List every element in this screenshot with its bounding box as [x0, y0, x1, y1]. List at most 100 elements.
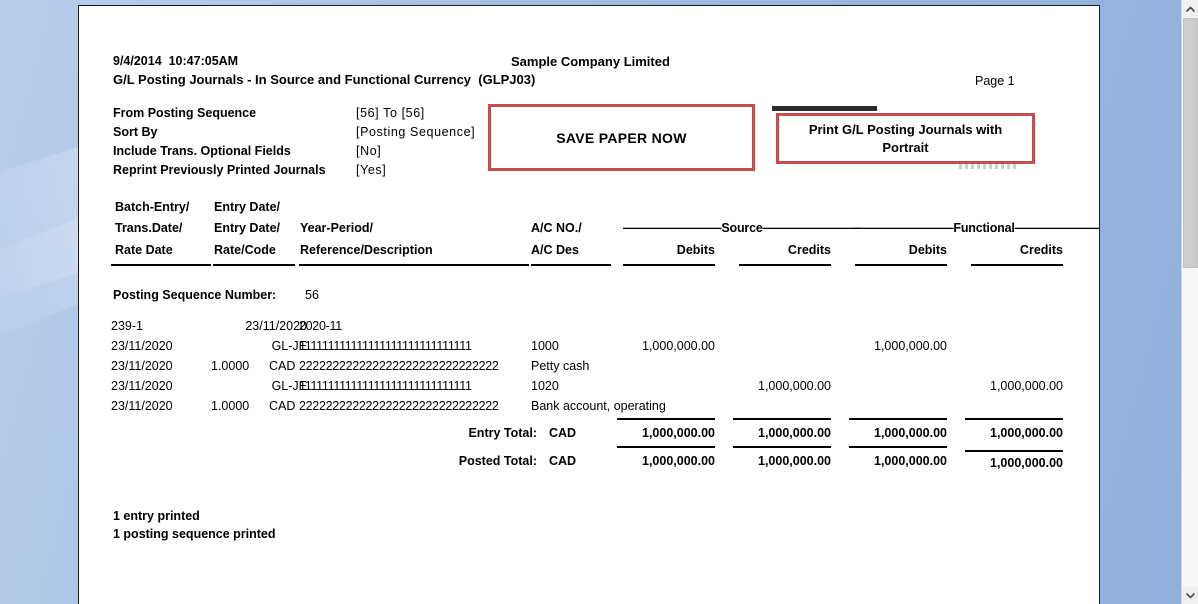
cell-trans-date: 23/11/2020	[111, 339, 173, 353]
col-header-batch-entry: Batch-Entry/	[115, 200, 190, 214]
total-rule-functional-credits-top	[965, 418, 1063, 420]
total-rule-functional-debits-top	[849, 418, 947, 420]
page-number: Page 1	[975, 74, 1015, 88]
table-row: 23/11/2020 1.0000 CAD 222222222222222222…	[79, 359, 1099, 378]
total-rule-source-credits-top	[733, 418, 831, 420]
cell-rate: 1.0000	[211, 359, 250, 373]
total-rule-source-credits-bottom	[733, 446, 831, 448]
criteria-row: Reprint Previously Printed Journals [Yes…	[113, 163, 513, 182]
table-row: 23/11/2020 1.0000 CAD 222222222222222222…	[79, 399, 1099, 418]
criteria-row: Sort By [Posting Sequence]	[113, 125, 513, 144]
group-header-functional: ————————Functional————————	[855, 221, 1100, 235]
chevron-down-icon	[1186, 592, 1195, 598]
cell-entry-date: 23/11/2020	[245, 319, 307, 333]
col-header-entry-date-2: Entry Date/	[214, 221, 280, 235]
scroll-up-button[interactable]	[1182, 0, 1198, 17]
cell-rate-date: 23/11/2020	[111, 399, 173, 413]
col-header-year-period: Year-Period/	[300, 221, 373, 235]
footer-sequences-printed: 1 posting sequence printed	[113, 527, 276, 541]
table-row: 23/11/2020 GL-JE 11111111111111111111111…	[79, 379, 1099, 398]
posted-total-source-credits: 1,000,000.00	[758, 454, 831, 468]
col-rule-functional-credits	[971, 264, 1063, 266]
col-header-rate-code: Rate/Code	[214, 243, 276, 257]
cell-account-description: Bank account, operating	[531, 399, 666, 413]
posted-total-source-debits: 1,000,000.00	[642, 454, 715, 468]
entry-total-source-debits: 1,000,000.00	[642, 426, 715, 440]
cell-rate: 1.0000	[211, 399, 250, 413]
report-column-headers: Batch-Entry/ Trans.Date/ Rate Date Entry…	[79, 196, 1099, 266]
report-criteria-block: From Posting Sequence [56] To [56] Sort …	[113, 106, 513, 182]
criteria-value-include-optional-fields: [No]	[356, 144, 382, 158]
footer-entries-printed: 1 entry printed	[113, 509, 200, 523]
cell-source-code: GL-JE	[271, 379, 307, 393]
col-header-ac-des: A/C Des	[531, 243, 579, 257]
col-header-functional-credits: Credits	[1019, 243, 1063, 257]
cell-source-code: GL-JE	[271, 339, 307, 353]
criteria-label-sort-by: Sort By	[113, 125, 158, 139]
col-header-source-debits: Debits	[676, 243, 715, 257]
posted-total-label: Posted Total:	[458, 454, 537, 468]
total-rule-functional-credits-bottom	[965, 450, 1063, 452]
col-rule-1	[111, 264, 211, 266]
cell-reference: 111111111111111111111111111111	[299, 339, 472, 353]
entry-total-source-credits: 1,000,000.00	[758, 426, 831, 440]
col-rule-3	[299, 264, 529, 266]
cell-source-debits: 1,000,000.00	[642, 339, 715, 353]
criteria-value-reprint-journals: [Yes]	[356, 163, 387, 177]
cell-trans-date: 23/11/2020	[111, 379, 173, 393]
posted-total-functional-debits: 1,000,000.00	[874, 454, 947, 468]
criteria-label-include-optional-fields: Include Trans. Optional Fields	[113, 144, 291, 158]
entry-total-label: Entry Total:	[468, 426, 537, 440]
table-row: 239-1 23/11/2020 2020-11	[79, 319, 1099, 338]
col-rule-source-credits	[739, 264, 831, 266]
cell-year-period: 2020-11	[299, 319, 342, 333]
col-header-entry-date-1: Entry Date/	[214, 200, 280, 214]
col-header-reference-description: Reference/Description	[300, 243, 433, 257]
criteria-label-from-posting-sequence: From Posting Sequence	[113, 106, 257, 120]
cell-rate-date: 23/11/2020	[111, 359, 173, 373]
cell-account-no: 1020	[531, 379, 559, 393]
entry-total-currency: CAD	[549, 426, 577, 440]
posted-total-currency: CAD	[549, 454, 577, 468]
total-rule-source-debits-top	[617, 418, 715, 420]
scrollbar-thumb[interactable]	[1183, 18, 1198, 268]
criteria-label-reprint-journals: Reprint Previously Printed Journals	[113, 163, 326, 177]
posting-sequence-label: Posting Sequence Number:	[113, 288, 277, 302]
col-rule-4	[531, 264, 611, 266]
cell-account-description: Petty cash	[531, 359, 590, 373]
cell-source-credits: 1,000,000.00	[758, 379, 831, 393]
table-row: 23/11/2020 GL-JE 11111111111111111111111…	[79, 339, 1099, 358]
total-rule-functional-debits-bottom	[849, 446, 947, 448]
criteria-value-sort-by: [Posting Sequence]	[356, 125, 476, 139]
callout-bottom-artifact	[959, 164, 1019, 169]
callout-print-portrait: Print G/L Posting Journals with Portrait	[776, 113, 1035, 164]
cell-functional-credits: 1,000,000.00	[990, 379, 1063, 393]
cell-description: 222222222222222222222222222222	[299, 359, 499, 373]
report-title: G/L Posting Journals - In Source and Fun…	[113, 72, 536, 87]
col-rule-functional-debits	[855, 264, 947, 266]
total-rule-source-debits-bottom	[617, 446, 715, 448]
criteria-row: Include Trans. Optional Fields [No]	[113, 144, 513, 163]
vertical-scrollbar[interactable]	[1181, 0, 1198, 604]
col-header-functional-debits: Debits	[908, 243, 947, 257]
cell-reference: 111111111111111111111111111111	[299, 379, 472, 393]
report-datetime: 9/4/2014 10:47:05AM	[113, 54, 239, 68]
cell-description: 222222222222222222222222222222	[299, 399, 499, 413]
criteria-row: From Posting Sequence [56] To [56]	[113, 106, 513, 125]
report-company-name: Sample Company Limited	[511, 54, 670, 69]
callout-save-paper-now: SAVE PAPER NOW	[488, 104, 755, 171]
chevron-up-icon	[1186, 6, 1195, 12]
col-header-rate-date: Rate Date	[115, 243, 173, 257]
cell-functional-debits: 1,000,000.00	[874, 339, 947, 353]
col-header-trans-date: Trans.Date/	[115, 221, 183, 235]
entry-total-functional-credits: 1,000,000.00	[990, 426, 1063, 440]
col-rule-2	[213, 264, 295, 266]
col-header-source-credits: Credits	[787, 243, 831, 257]
scroll-down-button[interactable]	[1182, 587, 1198, 604]
posting-sequence-value: 56	[305, 288, 319, 302]
criteria-value-from-posting-sequence: [56] To [56]	[356, 106, 425, 120]
col-rule-source-debits	[623, 264, 715, 266]
col-header-ac-no: A/C NO./	[531, 221, 582, 235]
callout-top-bar-artifact	[772, 106, 877, 111]
entry-total-functional-debits: 1,000,000.00	[874, 426, 947, 440]
